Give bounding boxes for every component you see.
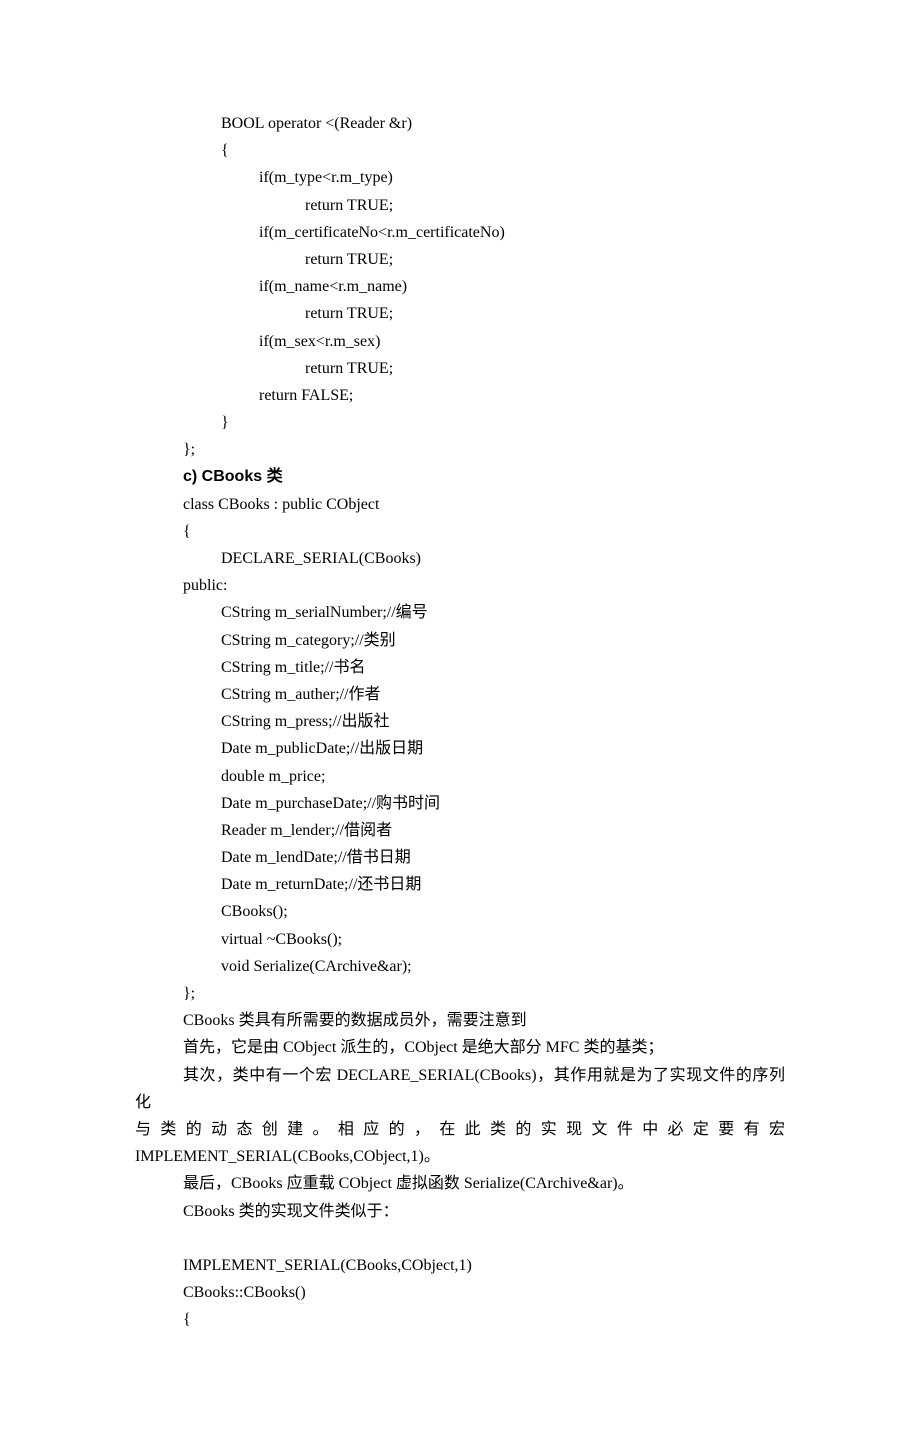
code-line: public: (135, 572, 785, 599)
code-line: IMPLEMENT_SERIAL(CBooks,CObject,1) (135, 1252, 785, 1279)
code-line: if(m_certificateNo<r.m_certificateNo) (135, 219, 785, 246)
paragraph: 其次，类中有一个宏 DECLARE_SERIAL(CBooks)，其作用就是为了… (135, 1062, 785, 1116)
code-line: CString m_press;//出版社 (135, 708, 785, 735)
paragraph: CBooks 类的实现文件类似于： (135, 1198, 785, 1225)
code-line: if(m_type<r.m_type) (135, 164, 785, 191)
code-line: return FALSE; (135, 382, 785, 409)
code-line: BOOL operator <(Reader &r) (135, 110, 785, 137)
code-line: return TRUE; (135, 300, 785, 327)
section-heading-cbooks: c) CBooks 类 (135, 463, 785, 490)
code-line: void Serialize(CArchive&ar); (135, 953, 785, 980)
code-line: Date m_purchaseDate;//购书时间 (135, 790, 785, 817)
code-line: CString m_auther;//作者 (135, 681, 785, 708)
document-page: BOOL operator <(Reader &r) { if(m_type<r… (0, 0, 920, 1433)
paragraph: CBooks 类具有所需要的数据成员外，需要注意到 (135, 1007, 785, 1034)
code-line: return TRUE; (135, 355, 785, 382)
code-line: Reader m_lender;//借阅者 (135, 817, 785, 844)
code-line: Date m_returnDate;//还书日期 (135, 871, 785, 898)
blank-line (135, 1225, 785, 1252)
code-line: Date m_publicDate;//出版日期 (135, 735, 785, 762)
code-line: { (135, 137, 785, 164)
code-line: CString m_serialNumber;//编号 (135, 599, 785, 626)
code-line: { (135, 518, 785, 545)
code-line: }; (135, 980, 785, 1007)
code-line: DECLARE_SERIAL(CBooks) (135, 545, 785, 572)
code-line: CBooks::CBooks() (135, 1279, 785, 1306)
code-line: CString m_title;//书名 (135, 654, 785, 681)
paragraph: IMPLEMENT_SERIAL(CBooks,CObject,1)。 (135, 1143, 785, 1170)
code-line: class CBooks : public CObject (135, 491, 785, 518)
code-line: if(m_sex<r.m_sex) (135, 328, 785, 355)
code-line: } (135, 409, 785, 436)
paragraph: 最后，CBooks 应重载 CObject 虚拟函数 Serialize(CAr… (135, 1170, 785, 1197)
code-line: Date m_lendDate;//借书日期 (135, 844, 785, 871)
code-line: { (135, 1306, 785, 1333)
code-line: CBooks(); (135, 898, 785, 925)
code-line: return TRUE; (135, 246, 785, 273)
code-line: }; (135, 436, 785, 463)
code-line: virtual ~CBooks(); (135, 926, 785, 953)
paragraph: 与类的动态创建。相应的，在此类的实现文件中必定要有宏 (135, 1116, 785, 1143)
code-line: double m_price; (135, 763, 785, 790)
code-line: CString m_category;//类别 (135, 627, 785, 654)
code-line: return TRUE; (135, 192, 785, 219)
code-line: if(m_name<r.m_name) (135, 273, 785, 300)
paragraph: 首先，它是由 CObject 派生的，CObject 是绝大部分 MFC 类的基… (135, 1034, 785, 1061)
